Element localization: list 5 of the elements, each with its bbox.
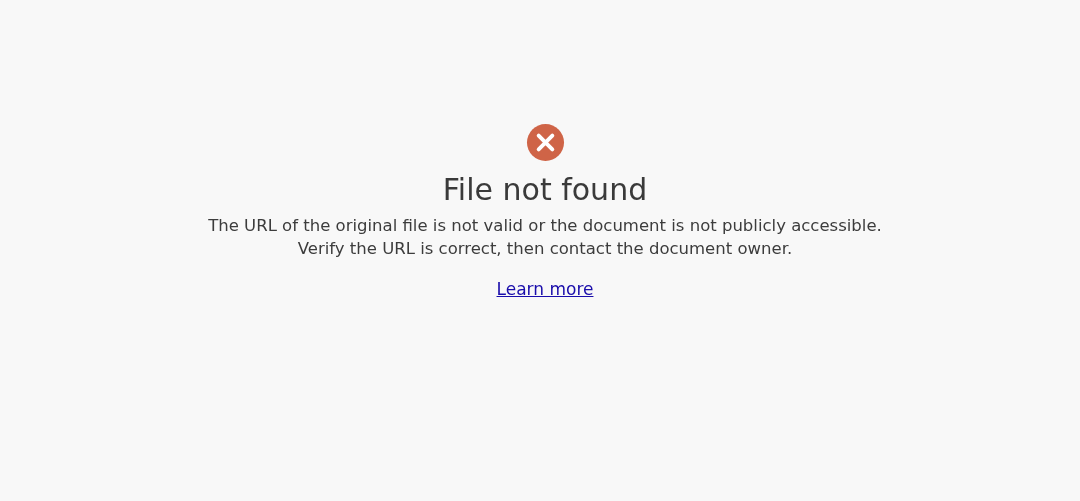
error-message: Verify the URL is correct, then contact the document owner.: [297, 238, 793, 260]
error-icon: [525, 123, 565, 162]
error-message: The URL of the original file is not valid or the document is not publicly accessible.: [208, 215, 882, 237]
error-title: File not found: [442, 172, 648, 208]
learn-more-link[interactable]: Learn more: [496, 279, 594, 299]
